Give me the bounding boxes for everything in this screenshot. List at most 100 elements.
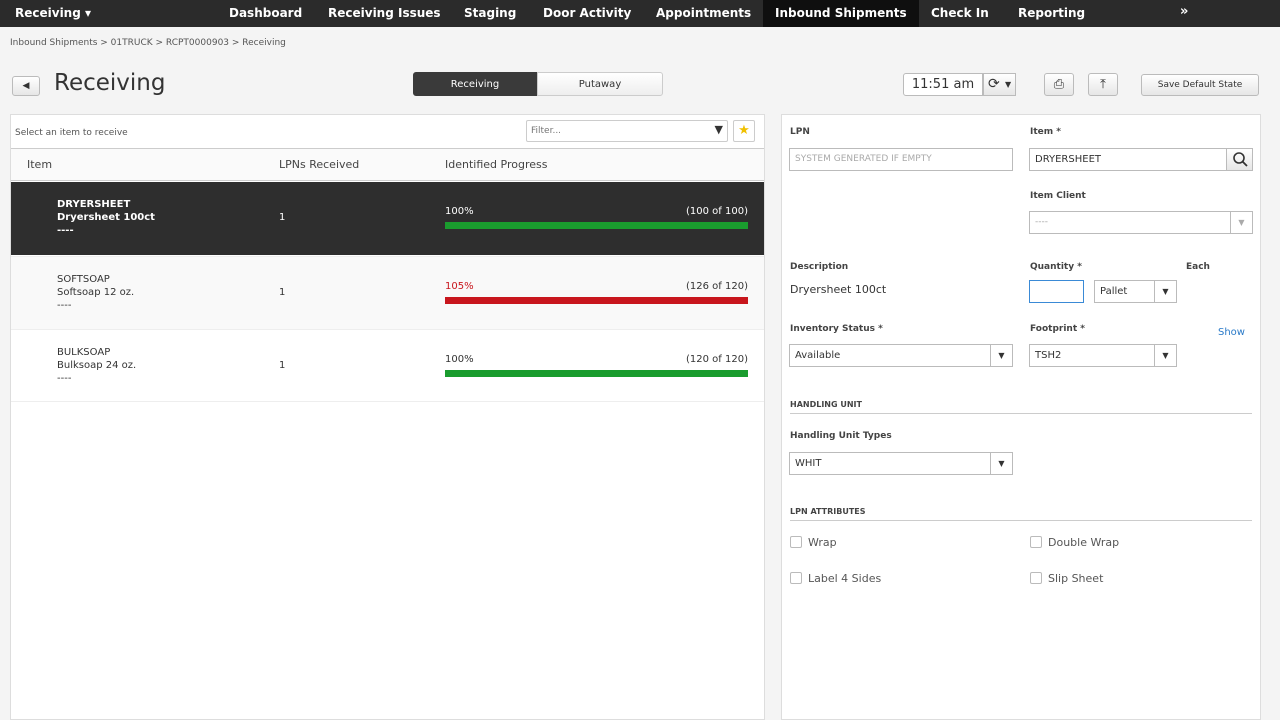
app-menu[interactable]: Receiving ▾ xyxy=(15,6,91,20)
progress-fill xyxy=(445,370,748,377)
tab-receiving-issues[interactable]: Receiving Issues xyxy=(316,0,453,27)
checkbox-icon[interactable] xyxy=(790,572,802,584)
breadcrumb[interactable]: Inbound Shipments > 01TRUCK > RCPT000090… xyxy=(10,38,286,48)
slip-sheet-checkbox[interactable]: Slip Sheet xyxy=(1030,572,1103,585)
footprint-value: TSH2 xyxy=(1035,350,1062,361)
caret-left-icon: ◀ xyxy=(22,81,30,91)
tab-dashboard[interactable]: Dashboard xyxy=(217,0,314,27)
lpn-field[interactable]: SYSTEM GENERATED IF EMPTY xyxy=(789,148,1013,171)
refresh-button[interactable]: ⟳ ▼ xyxy=(983,73,1016,96)
description-label: Description xyxy=(790,262,849,272)
tab-staging[interactable]: Staging xyxy=(452,0,528,27)
receive-form-panel: LPN SYSTEM GENERATED IF EMPTY Item * DRY… xyxy=(781,114,1261,720)
progress-percent: 100% xyxy=(445,206,474,217)
chevron-down-icon[interactable]: ▼ xyxy=(990,453,1012,474)
tab-check-in[interactable]: Check In xyxy=(919,0,1001,27)
favorite-star-icon[interactable]: ★ xyxy=(733,120,755,142)
quantity-uom-select[interactable]: Pallet ▼ xyxy=(1094,280,1177,303)
progress-fill xyxy=(445,297,748,304)
wrap-checkbox[interactable]: Wrap xyxy=(790,536,837,549)
lpn-label: LPN xyxy=(790,127,810,137)
item-extra: ---- xyxy=(57,300,72,311)
item-description: Dryersheet 100ct xyxy=(57,212,155,223)
quantity-label: Quantity * xyxy=(1030,262,1082,272)
label-4-sides-checkbox[interactable]: Label 4 Sides xyxy=(790,572,881,585)
item-code: SOFTSOAP xyxy=(57,274,110,285)
item-cell: SOFTSOAP Softsoap 12 oz. ---- xyxy=(57,273,134,312)
column-identified-progress[interactable]: Identified Progress xyxy=(445,158,547,171)
clock-display: 11:51 am xyxy=(903,73,983,96)
tab-inbound-shipments[interactable]: Inbound Shipments xyxy=(763,0,919,27)
item-list-panel: Select an item to receive ▼ ★ Item LPNs … xyxy=(10,114,765,720)
double-wrap-label: Double Wrap xyxy=(1048,536,1120,549)
progress-count: (120 of 120) xyxy=(686,354,748,365)
item-field-value: DRYERSHEET xyxy=(1035,154,1101,165)
segment-putaway[interactable]: Putaway xyxy=(537,72,663,96)
tab-reporting[interactable]: Reporting xyxy=(1006,0,1097,27)
table-row[interactable]: BULKSOAP Bulksoap 24 oz. ---- 1 100% (12… xyxy=(11,329,764,402)
item-cell: DRYERSHEET Dryersheet 100ct ---- xyxy=(57,198,155,237)
handling-unit-types-select[interactable]: WHIT ▼ xyxy=(789,452,1013,475)
search-button[interactable] xyxy=(1226,149,1252,170)
chevron-down-icon[interactable]: ▼ xyxy=(1005,80,1011,89)
inventory-status-label: Inventory Status * xyxy=(790,324,883,334)
item-extra: ---- xyxy=(57,373,72,384)
top-nav: Receiving ▾ Dashboard Receiving Issues S… xyxy=(0,0,1280,27)
list-hint: Select an item to receive xyxy=(15,128,128,138)
quantity-input[interactable] xyxy=(1029,280,1084,303)
tab-appointments[interactable]: Appointments xyxy=(644,0,763,27)
item-label: Item * xyxy=(1030,127,1061,137)
slip-sheet-label: Slip Sheet xyxy=(1048,572,1104,585)
checkbox-icon[interactable] xyxy=(790,536,802,548)
chevron-down-icon[interactable]: ▼ xyxy=(990,345,1012,366)
progress-percent: 105% xyxy=(445,281,474,292)
filter-icon[interactable]: ▼ xyxy=(715,123,723,136)
lpns-received: 1 xyxy=(279,287,286,298)
chevron-down-icon[interactable]: ▼ xyxy=(1154,281,1176,302)
item-code: DRYERSHEET xyxy=(57,199,131,210)
inventory-status-select[interactable]: Available ▼ xyxy=(789,344,1013,367)
filter-input[interactable] xyxy=(531,121,701,141)
item-cell: BULKSOAP Bulksoap 24 oz. ---- xyxy=(57,346,136,385)
item-client-select[interactable]: ---- ▼ xyxy=(1029,211,1253,234)
handling-unit-section: HANDLING UNIT xyxy=(790,400,1252,414)
progress-fill xyxy=(445,222,748,229)
item-description: Bulksoap 24 oz. xyxy=(57,360,137,371)
save-default-state-button[interactable]: Save Default State xyxy=(1141,74,1259,96)
table-row[interactable]: SOFTSOAP Softsoap 12 oz. ---- 1 105% (12… xyxy=(11,256,764,329)
lpns-received: 1 xyxy=(279,360,286,371)
column-item[interactable]: Item xyxy=(27,158,52,171)
progress-bar xyxy=(445,222,748,229)
chevron-down-icon[interactable]: ▼ xyxy=(1154,345,1176,366)
handling-unit-types-label: Handling Unit Types xyxy=(790,431,892,441)
back-button[interactable]: ◀ xyxy=(12,76,40,96)
checkbox-icon[interactable] xyxy=(1030,536,1042,548)
table-row[interactable]: DRYERSHEET Dryersheet 100ct ---- 1 100% … xyxy=(11,182,764,255)
more-tabs-icon[interactable]: » xyxy=(1180,4,1188,19)
item-field[interactable]: DRYERSHEET xyxy=(1029,148,1253,171)
printer-icon: ⎙ xyxy=(1053,77,1065,92)
quantity-uom-value: Pallet xyxy=(1100,286,1128,297)
item-description: Softsoap 12 oz. xyxy=(57,287,135,298)
inventory-status-value: Available xyxy=(795,350,841,361)
search-icon xyxy=(1233,152,1248,167)
handling-unit-types-value: WHIT xyxy=(795,458,822,469)
double-wrap-checkbox[interactable]: Double Wrap xyxy=(1030,536,1119,549)
checkbox-icon[interactable] xyxy=(1030,572,1042,584)
chevron-down-icon[interactable]: ▼ xyxy=(1230,212,1252,233)
description-value: Dryersheet 100ct xyxy=(790,283,887,296)
export-button[interactable]: ⤒ xyxy=(1088,73,1118,96)
show-link[interactable]: Show xyxy=(1218,327,1245,338)
refresh-icon: ⟳ xyxy=(988,76,1000,92)
segment-receiving[interactable]: Receiving xyxy=(413,72,537,96)
print-button[interactable]: ⎙ xyxy=(1044,73,1074,96)
page-title: Receiving xyxy=(54,70,166,96)
filter-box[interactable]: ▼ xyxy=(526,120,728,142)
item-extra: ---- xyxy=(57,225,74,236)
footprint-select[interactable]: TSH2 ▼ xyxy=(1029,344,1177,367)
tab-door-activity[interactable]: Door Activity xyxy=(531,0,643,27)
table-header: Item LPNs Received Identified Progress xyxy=(11,148,764,181)
column-lpns-received[interactable]: LPNs Received xyxy=(279,158,359,171)
progress-count: (100 of 100) xyxy=(686,206,748,217)
label-4-sides-label: Label 4 Sides xyxy=(808,572,882,585)
